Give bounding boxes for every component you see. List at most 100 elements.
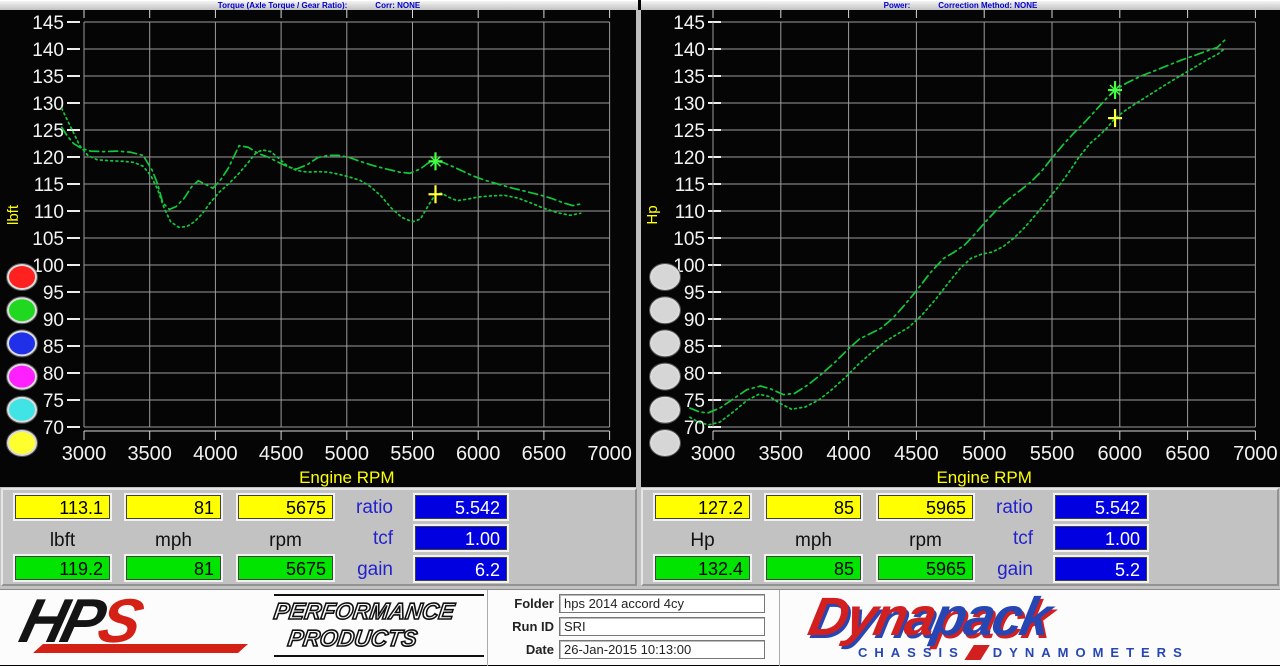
power-unit-label: mph — [766, 530, 861, 552]
y-tick-label: 80 — [684, 364, 705, 385]
y-tick-label: 80 — [43, 364, 64, 385]
run-select-oval[interactable] — [651, 298, 679, 322]
run-select-oval[interactable] — [651, 365, 679, 389]
x-tick-label: 4000 — [193, 443, 238, 465]
y-tick-label: 120 — [673, 148, 705, 169]
x-axis-label: Engine RPM — [299, 468, 394, 487]
torque-gain-value: 6.2 — [415, 557, 507, 581]
run-select-oval[interactable] — [8, 398, 36, 422]
power-unit-label: Hp — [655, 530, 750, 552]
run-select-oval[interactable] — [651, 431, 679, 455]
run-select-oval[interactable] — [8, 298, 36, 322]
torque-unit-label: lbft — [15, 530, 110, 552]
power-tcf-label: tcf — [963, 528, 1033, 550]
run-select-oval[interactable] — [651, 265, 679, 289]
y-tick-label: 140 — [32, 40, 64, 61]
folder-label: Folder — [492, 596, 554, 611]
y-tick-label: 95 — [684, 283, 705, 304]
x-tick-label: 7000 — [587, 443, 632, 465]
run-select-oval[interactable] — [8, 431, 36, 455]
y-tick-label: 90 — [684, 310, 705, 331]
torque-header-corr: Corr: NONE — [375, 1, 420, 10]
y-tick-label: 120 — [32, 148, 64, 169]
y-axis-label: lbft — [5, 204, 22, 225]
torque-header-title: Torque (Axle Torque / Gear Ratio): — [218, 1, 348, 10]
x-tick-label: 3000 — [691, 443, 736, 465]
power-chart[interactable]: 1451401351301251201151101051009590858075… — [641, 10, 1280, 487]
power-cursor2-value-Hp: 132.4 — [655, 556, 750, 580]
x-tick-label: 3000 — [62, 443, 107, 465]
y-tick-label: 105 — [32, 229, 64, 250]
power-header-title: Power: — [884, 1, 911, 10]
y-axis-label: Hp — [644, 205, 661, 224]
run-select-oval[interactable] — [8, 365, 36, 389]
x-tick-label: 3500 — [127, 443, 172, 465]
y-tick-label: 75 — [43, 391, 64, 412]
power-gain-label: gain — [963, 559, 1033, 581]
torque-unit-label: rpm — [238, 530, 333, 552]
y-tick-label: 145 — [673, 13, 705, 34]
current-run-curve — [62, 127, 581, 209]
power-cursor1-value-mph: 85 — [766, 495, 861, 519]
run-select-oval[interactable] — [8, 331, 36, 355]
torque-plot[interactable]: 1451401351301251201151101051009590858075… — [0, 10, 640, 487]
torque-readout-panel: 113.1815675lbftmphrpm119.2815675ratio5.5… — [1, 488, 637, 586]
power-header-corr: Correction Method: NONE — [938, 1, 1037, 10]
y-tick-label: 90 — [43, 310, 64, 331]
y-tick-label: 85 — [43, 337, 64, 358]
y-tick-label: 85 — [684, 337, 705, 358]
hps-logo: HPS PERFORMANCE PRODUCTS — [14, 592, 484, 662]
run-id-field[interactable]: SRI — [559, 617, 765, 636]
run-select-oval[interactable] — [651, 331, 679, 355]
power-unit-label: rpm — [878, 530, 973, 552]
y-tick-label: 130 — [673, 94, 705, 115]
power-ratio-label: ratio — [963, 497, 1033, 519]
y-tick-label: 70 — [684, 418, 705, 439]
hps-logo-swoosh — [33, 644, 248, 653]
power-cursor1-value-rpm: 5965 — [878, 495, 973, 519]
y-tick-label: 145 — [32, 13, 64, 34]
y-tick-label: 115 — [675, 175, 705, 196]
current-run-curve — [690, 39, 1226, 413]
run-select-oval[interactable] — [651, 398, 679, 422]
y-tick-label: 130 — [32, 94, 64, 115]
torque-unit-label: mph — [126, 530, 221, 552]
torque-chart-header: Torque (Axle Torque / Gear Ratio): Corr: … — [0, 0, 638, 10]
x-tick-label: 3500 — [759, 443, 804, 465]
x-tick-label: 5500 — [1030, 443, 1075, 465]
x-tick-label: 5000 — [325, 443, 370, 465]
footer-divider-left — [487, 590, 488, 666]
baseline-run-curve — [62, 108, 581, 227]
date-field[interactable]: 26-Jan-2015 10:13:00 — [559, 640, 765, 659]
chart-band: 1451401351301251201151101051009590858075… — [0, 10, 1280, 487]
y-tick-label: 110 — [675, 202, 705, 223]
footer-divider-right — [779, 590, 780, 666]
x-tick-label: 6000 — [456, 443, 501, 465]
torque-chart[interactable]: 1451401351301251201151101051009590858075… — [0, 10, 640, 487]
dynapack-slash-icon — [964, 645, 989, 660]
power-chart-header: Power: Correction Method: NONE — [641, 0, 1280, 10]
torque-cursor1-value-rpm: 5675 — [238, 495, 333, 519]
torque-cursor1-value-lbft: 113.1 — [15, 495, 110, 519]
readout-band: 113.1815675lbftmphrpm119.2815675ratio5.5… — [0, 487, 1280, 589]
dynapack-logo: Dynapack CHASSISDYNAMOMETERS — [800, 590, 1260, 664]
torque-gain-label: gain — [323, 559, 393, 581]
y-tick-label: 135 — [673, 67, 705, 88]
y-tick-label: 125 — [673, 121, 705, 142]
footer: HPS PERFORMANCE PRODUCTS Folder hps 2014… — [0, 589, 1280, 665]
torque-cursor1-value-mph: 81 — [126, 495, 221, 519]
torque-cursor2-value-rpm: 5675 — [238, 556, 333, 580]
run-select-oval[interactable] — [8, 265, 36, 289]
power-plot[interactable]: 1451401351301251201151101051009590858075… — [641, 10, 1280, 487]
torque-ratio-label: ratio — [323, 497, 393, 519]
power-tcf-value: 1.00 — [1055, 526, 1147, 550]
torque-tcf-value: 1.00 — [415, 526, 507, 550]
y-tick-label: 125 — [32, 121, 64, 142]
run-id-label: Run ID — [492, 619, 554, 634]
baseline-run-curve — [690, 48, 1226, 425]
x-tick-label: 4000 — [826, 443, 871, 465]
x-tick-label: 6500 — [522, 443, 567, 465]
folder-field[interactable]: hps 2014 accord 4cy — [559, 594, 765, 613]
torque-cursor2-value-mph: 81 — [126, 556, 221, 580]
x-axis-label: Engine RPM — [936, 468, 1031, 487]
